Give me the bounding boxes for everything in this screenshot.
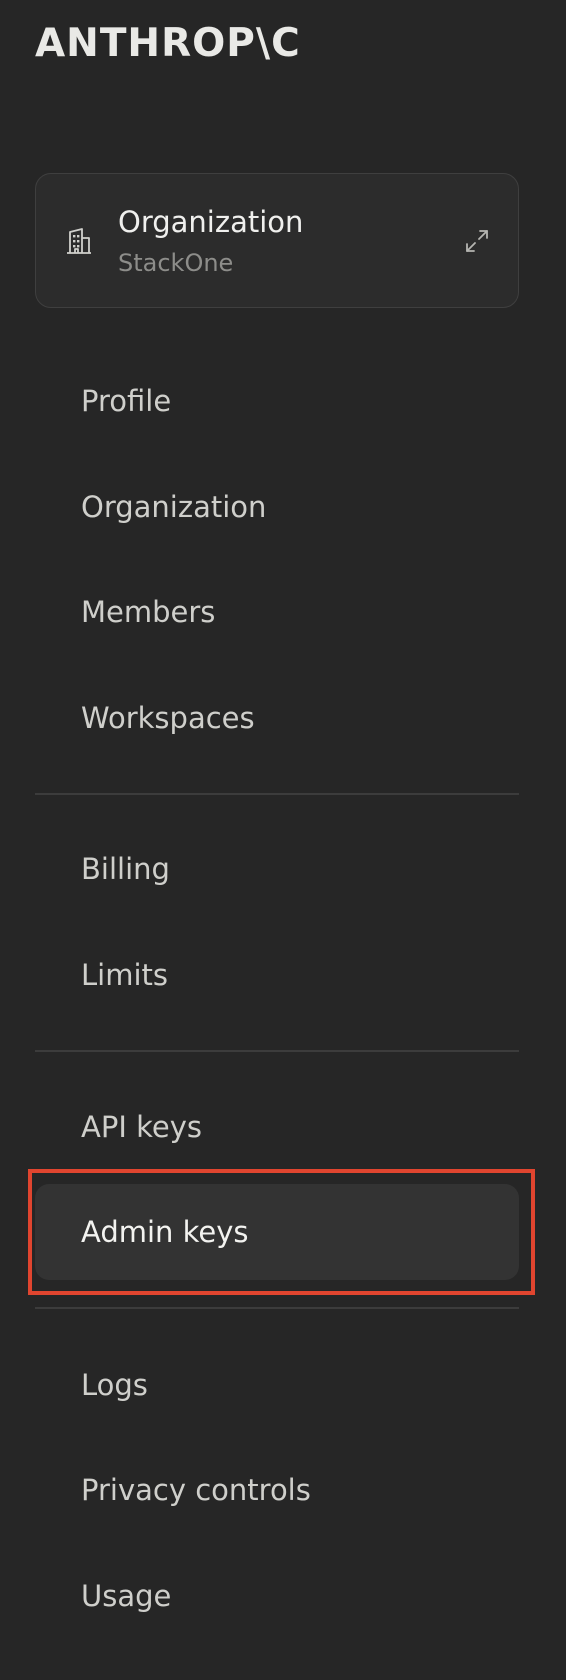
organization-switcher-title: Organization	[118, 205, 304, 239]
expand-arrows-icon	[464, 228, 490, 254]
nav-item-organization[interactable]: Organization	[35, 459, 519, 555]
nav-item-limits[interactable]: Limits	[35, 927, 519, 1023]
nav-item-privacy-controls[interactable]: Privacy controls	[35, 1442, 519, 1538]
nav-item-logs[interactable]: Logs	[35, 1337, 519, 1433]
nav-divider	[35, 1307, 519, 1309]
nav-item-usage[interactable]: Usage	[35, 1548, 519, 1644]
nav-divider	[35, 1050, 519, 1052]
nav-item-workspaces[interactable]: Workspaces	[35, 670, 519, 766]
sidebar: ANTHROP\C Organization StackOne Profile …	[0, 0, 566, 1680]
nav-divider	[35, 793, 519, 795]
anthropic-logo[interactable]: ANTHROP\C	[35, 20, 301, 68]
nav-item-profile[interactable]: Profile	[35, 353, 519, 449]
nav-item-members[interactable]: Members	[35, 564, 519, 660]
nav-item-api-keys[interactable]: API keys	[35, 1079, 519, 1175]
organization-switcher[interactable]: Organization StackOne	[35, 173, 519, 308]
organization-switcher-name: StackOne	[118, 249, 234, 277]
building-icon	[64, 226, 94, 256]
nav-item-admin-keys[interactable]: Admin keys	[35, 1184, 519, 1280]
nav-item-billing[interactable]: Billing	[35, 821, 519, 917]
